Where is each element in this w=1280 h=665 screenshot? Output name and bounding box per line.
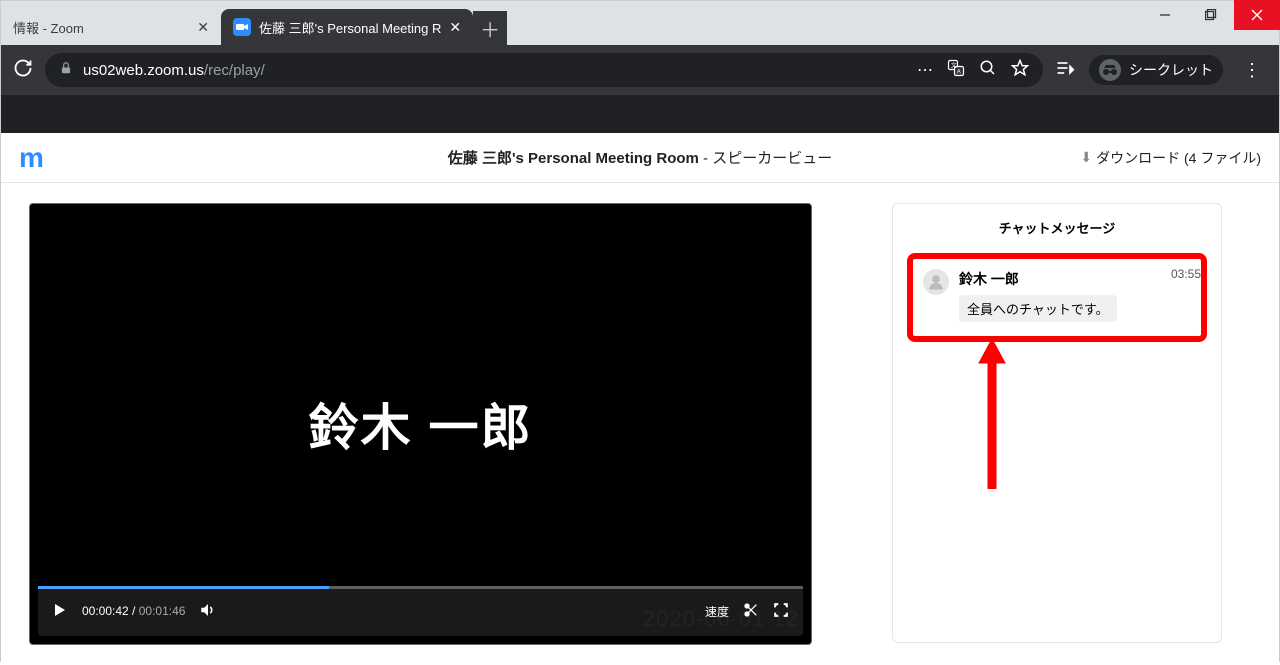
tab-title: 情報 - Zoom (13, 18, 84, 37)
chat-message-text: 全員へのチャットです。 (959, 295, 1117, 322)
chat-username: 鈴木 一郎 (959, 269, 1191, 289)
browser-tab-active[interactable]: 佐藤 三郎's Personal Meeting R ✕ (221, 9, 473, 45)
annotation-highlight: 鈴木 一郎 全員へのチャットです。 (907, 253, 1207, 342)
browser-menu-button[interactable]: ⋮ (1237, 60, 1267, 81)
address-bar[interactable]: us02web.zoom.us/rec/play/ ⋯ 文A (45, 53, 1043, 87)
page-title: 佐藤 三郎's Personal Meeting Room - スピーカービュー (448, 147, 832, 168)
window-minimize-button[interactable] (1142, 0, 1188, 30)
page-header: m 佐藤 三郎's Personal Meeting Room - スピーカービ… (1, 133, 1279, 183)
window-restore-button[interactable] (1188, 0, 1234, 30)
browser-toolbar: us02web.zoom.us/rec/play/ ⋯ 文A シークレット ⋮ (1, 45, 1279, 95)
svg-text:A: A (957, 69, 961, 75)
download-icon: ⬇ (1080, 149, 1092, 166)
browser-tab[interactable]: 情報 - Zoom ✕ (1, 9, 221, 45)
volume-button[interactable] (199, 601, 217, 622)
chat-panel: チャットメッセージ 鈴木 一郎 全員へのチャットです。 03:55 (892, 203, 1222, 643)
video-controls: 00:00:42 / 00:01:46 速度 (38, 586, 803, 636)
new-tab-button[interactable]: ＋ (473, 11, 507, 45)
progress-bar[interactable] (38, 586, 803, 589)
speaker-name-overlay: 鈴木 一郎 (309, 388, 533, 460)
reading-list-icon[interactable] (1055, 58, 1075, 83)
zoom-favicon-icon (233, 18, 251, 36)
speed-button[interactable]: 速度 (705, 603, 729, 620)
chat-header: チャットメッセージ (893, 218, 1221, 247)
svg-text:文: 文 (951, 61, 957, 69)
video-player[interactable]: 鈴木 一郎 2020-06-01 12 00:00:42 / 00:01:46 (29, 203, 812, 645)
annotation-arrow-icon (977, 339, 1007, 494)
incognito-icon (1099, 59, 1121, 81)
url-text: us02web.zoom.us/rec/play/ (83, 62, 265, 79)
chat-message-item[interactable]: 鈴木 一郎 全員へのチャットです。 (923, 269, 1191, 322)
window-close-button[interactable] (1234, 0, 1280, 30)
play-button[interactable] (52, 602, 68, 621)
tab-title: 佐藤 三郎's Personal Meeting R (259, 18, 441, 37)
incognito-label: シークレット (1129, 60, 1213, 80)
clip-button[interactable] (743, 602, 759, 621)
progress-fill (38, 586, 329, 589)
browser-sub-toolbar (1, 95, 1279, 133)
chat-timestamp: 03:55 (1171, 267, 1201, 281)
incognito-indicator[interactable]: シークレット (1089, 55, 1223, 85)
fullscreen-button[interactable] (773, 602, 789, 621)
bookmark-star-icon[interactable] (1011, 59, 1029, 82)
translate-icon[interactable]: 文A (947, 59, 965, 82)
user-avatar-icon (923, 269, 949, 295)
browser-tab-strip: 情報 - Zoom ✕ 佐藤 三郎's Personal Meeting R ✕… (1, 1, 1279, 45)
url-more-icon[interactable]: ⋯ (917, 60, 933, 80)
zoom-search-icon[interactable] (979, 59, 997, 82)
zoom-logo[interactable]: m (19, 142, 40, 174)
time-display: 00:00:42 / 00:01:46 (82, 604, 185, 618)
lock-icon (59, 61, 73, 79)
tab-close-icon[interactable]: ✕ (449, 19, 461, 36)
tab-close-icon[interactable]: ✕ (197, 19, 209, 36)
reload-button[interactable] (13, 58, 33, 83)
download-link[interactable]: ⬇ ダウンロード (4 ファイル) (1080, 148, 1261, 168)
